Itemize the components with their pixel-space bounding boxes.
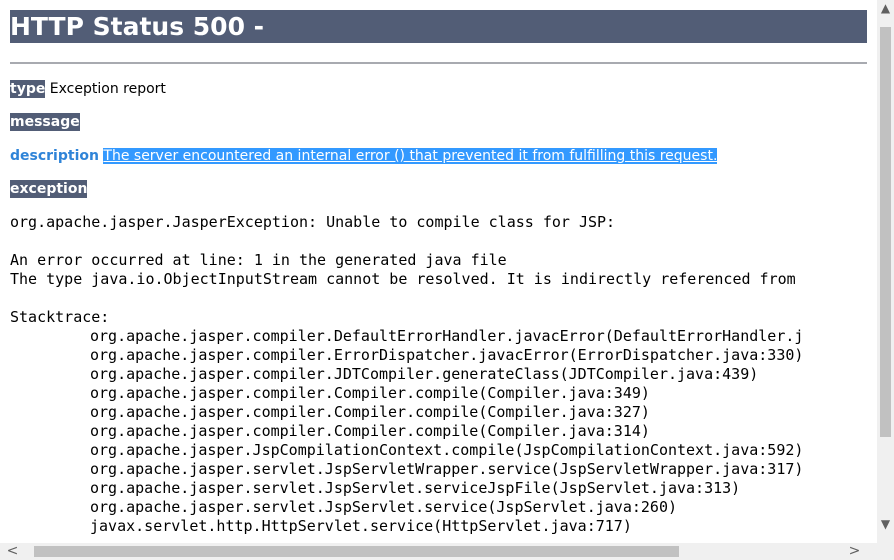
stack-frame: org.apache.jasper.compiler.Compiler.comp… xyxy=(90,422,650,440)
scroll-up-arrow-icon[interactable]: ▲ xyxy=(877,0,894,17)
scroll-left-arrow-icon[interactable]: < xyxy=(4,543,21,560)
exception-message: org.apache.jasper.JasperException: Unabl… xyxy=(10,213,616,231)
stack-frame: org.apache.jasper.compiler.ErrorDispatch… xyxy=(90,346,804,364)
vertical-scroll-thumb[interactable] xyxy=(880,27,891,437)
stack-frame: org.apache.jasper.servlet.JspServletWrap… xyxy=(90,460,804,478)
stack-frame: javax.servlet.http.HttpServlet.service(H… xyxy=(90,517,632,535)
horizontal-scrollbar[interactable]: < > xyxy=(0,543,877,560)
description-row: description The server encountered an in… xyxy=(10,147,718,165)
stack-frame: org.apache.jasper.servlet.JspServlet.ser… xyxy=(90,498,677,516)
stack-frame: org.apache.jasper.compiler.Compiler.comp… xyxy=(90,403,650,421)
vertical-scrollbar[interactable]: ▲ ▼ xyxy=(877,0,894,543)
type-value: Exception report xyxy=(49,81,166,97)
stack-frame: org.apache.jasper.compiler.DefaultErrorH… xyxy=(90,327,804,345)
description-label: description xyxy=(10,148,99,164)
stack-frame: org.apache.jasper.JspCompilationContext.… xyxy=(90,441,804,459)
message-label: message xyxy=(10,113,80,131)
stack-frame: org.apache.jasper.compiler.JDTCompiler.g… xyxy=(90,365,759,383)
error-type-info: The type java.io.ObjectInputStream canno… xyxy=(10,270,796,288)
exception-label: exception xyxy=(10,180,88,198)
exception-trace: org.apache.jasper.JasperException: Unabl… xyxy=(10,213,803,536)
stack-frame: org.apache.jasper.compiler.Compiler.comp… xyxy=(90,384,650,402)
description-text[interactable]: The server encountered an internal error… xyxy=(103,148,718,164)
error-line-info: An error occurred at line: 1 in the gene… xyxy=(10,251,507,269)
horizontal-scroll-thumb[interactable] xyxy=(34,546,679,557)
stack-frame: org.apache.jasper.servlet.JspServlet.ser… xyxy=(90,479,741,497)
message-row: message xyxy=(10,113,80,131)
description-value: The server encountered an internal error… xyxy=(103,148,718,164)
page-title: HTTP Status 500 - xyxy=(10,10,867,43)
exception-row: exception xyxy=(10,180,88,198)
scroll-right-arrow-icon[interactable]: > xyxy=(846,543,863,560)
type-label: type xyxy=(10,80,46,98)
page-viewport: HTTP Status 500 - type Exception report … xyxy=(0,0,877,543)
type-row: type Exception report xyxy=(10,80,166,98)
stacktrace-label: Stacktrace: xyxy=(10,308,110,326)
scrollbar-corner xyxy=(877,543,894,560)
divider-rule xyxy=(10,62,867,64)
scroll-down-arrow-icon[interactable]: ▼ xyxy=(877,516,894,533)
